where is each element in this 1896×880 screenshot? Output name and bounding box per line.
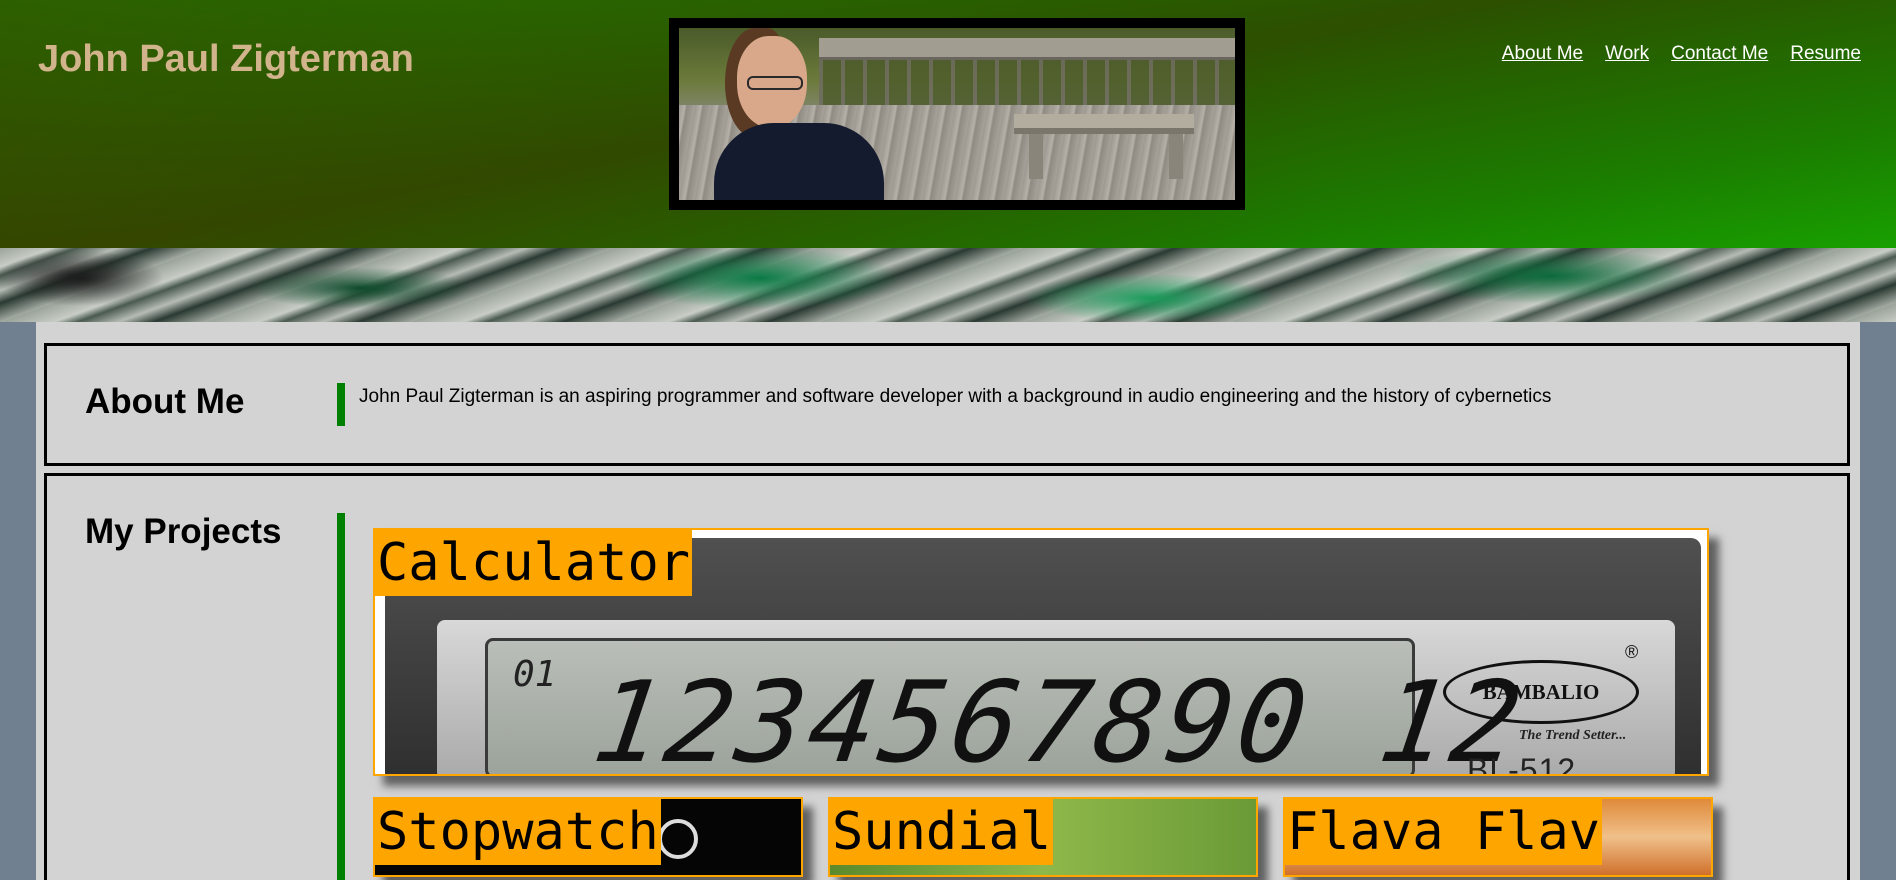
marble-banner — [0, 248, 1896, 322]
site-header: John Paul Zigterman About Me Work Contac… — [0, 0, 1896, 248]
project-card-stopwatch[interactable]: Stopwatch — [373, 797, 803, 877]
photo-bench-leg — [1169, 134, 1183, 179]
photo-person-body — [714, 123, 884, 200]
calculator-image-tagline: The Trend Setter... — [1519, 728, 1627, 743]
projects-accent-bar — [337, 513, 345, 880]
project-card-label: Sundial — [830, 799, 1054, 865]
nav-about-me-link[interactable]: About Me — [1502, 43, 1583, 65]
site-title: John Paul Zigterman — [38, 38, 414, 80]
project-card-calculator[interactable]: 01 1234567890 12 BAMBALIO ® The Trend Se… — [373, 528, 1709, 776]
profile-photo — [679, 28, 1235, 200]
nav-work-link[interactable]: Work — [1605, 43, 1649, 65]
calculator-image-mini-display: 01 — [513, 654, 557, 695]
about-section: About Me John Paul Zigterman is an aspir… — [44, 343, 1850, 466]
calculator-image-brand: BAMBALIO — [1443, 660, 1639, 724]
project-card-label: Stopwatch — [375, 799, 661, 865]
calculator-image-model: BL-512 — [1467, 752, 1577, 776]
calculator-image-digits: 1234567890 12 — [585, 658, 1533, 776]
about-text: John Paul Zigterman is an aspiring progr… — [359, 386, 1552, 407]
calculator-image-registered: ® — [1625, 642, 1639, 662]
main-content: About Me John Paul Zigterman is an aspir… — [36, 322, 1860, 880]
project-card-label: Flava Flav — [1285, 799, 1603, 865]
projects-heading: My Projects — [85, 512, 282, 551]
profile-photo-frame — [669, 18, 1245, 210]
stopwatch-image — [658, 819, 698, 859]
project-card-label: Calculator — [375, 530, 693, 596]
nav-contact-me-link[interactable]: Contact Me — [1671, 43, 1768, 65]
about-heading: About Me — [85, 382, 245, 421]
photo-bench — [1014, 114, 1194, 134]
nav-resume-link[interactable]: Resume — [1790, 43, 1861, 65]
project-card-flava-flav[interactable]: Flava Flav — [1283, 797, 1713, 877]
projects-section: My Projects 01 1234567890 12 BAMBALIO ® … — [44, 473, 1850, 880]
photo-person-glasses — [747, 76, 803, 90]
about-accent-bar — [337, 383, 345, 426]
main-nav: About Me Work Contact Me Resume — [1502, 43, 1861, 65]
photo-rail — [819, 38, 1235, 60]
project-card-sundial[interactable]: Sundial — [828, 797, 1258, 877]
photo-bench-leg — [1029, 134, 1043, 179]
